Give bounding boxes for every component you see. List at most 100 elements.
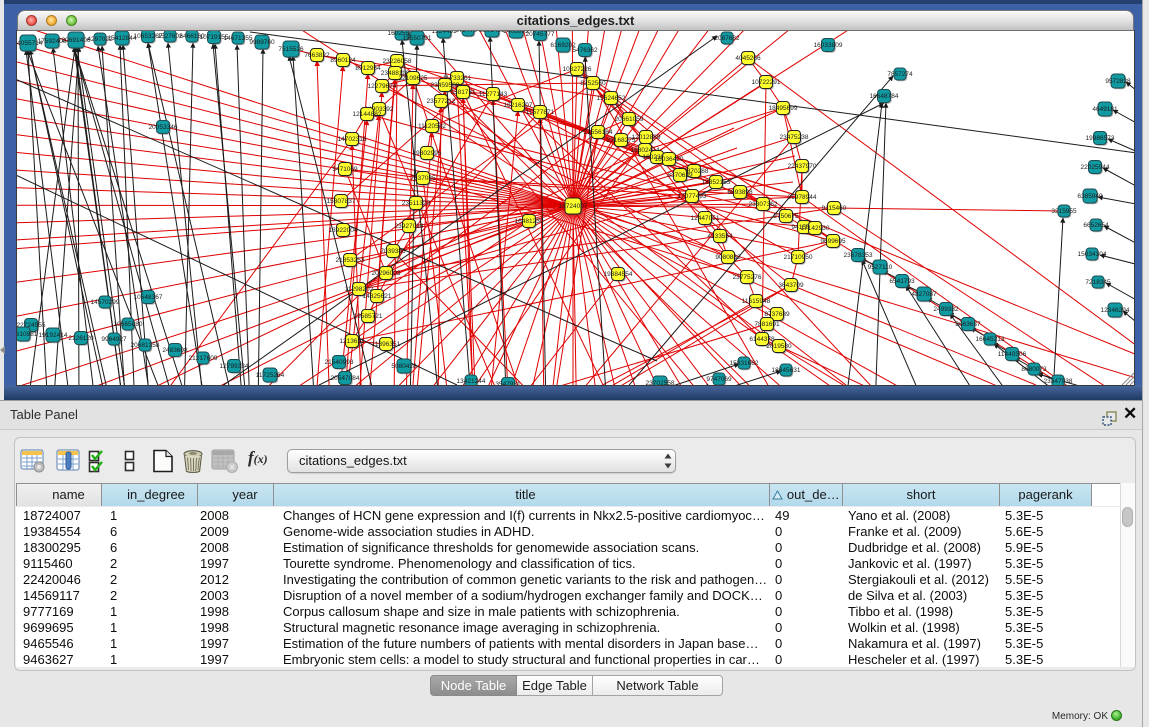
svg-text:19384554: 19384554 — [604, 271, 633, 278]
svg-text:9572828: 9572828 — [1105, 78, 1131, 85]
svg-text:7039388: 7039388 — [380, 248, 406, 255]
svg-text:20661059: 20661059 — [615, 116, 644, 123]
svg-text:4827087: 4827087 — [911, 291, 937, 298]
svg-text:18495699: 18495699 — [769, 105, 798, 112]
svg-text:23775276: 23775276 — [733, 274, 762, 281]
svg-text:2499382: 2499382 — [933, 306, 959, 313]
svg-text:15624652: 15624652 — [597, 95, 626, 102]
svg-text:23511329: 23511329 — [402, 200, 431, 207]
svg-text:8912954: 8912954 — [355, 65, 381, 72]
svg-text:4649181: 4649181 — [1092, 106, 1118, 113]
svg-text:5471069: 5471069 — [332, 166, 358, 173]
svg-text:21710950: 21710950 — [784, 254, 813, 261]
svg-text:6541793: 6541793 — [889, 278, 915, 285]
svg-text:3643709: 3643709 — [778, 282, 804, 289]
svg-text:8370629: 8370629 — [667, 172, 693, 179]
svg-text:3215955: 3215955 — [1051, 208, 1077, 215]
svg-text:19192414: 19192414 — [39, 332, 68, 339]
svg-text:10827226: 10827226 — [563, 66, 592, 73]
svg-text:5080428: 5080428 — [391, 363, 417, 370]
svg-text:3547931: 3547931 — [495, 381, 521, 385]
svg-text:8737689: 8737689 — [764, 311, 790, 318]
svg-text:8960124: 8960124 — [330, 57, 356, 64]
svg-text:4045266: 4045266 — [735, 55, 761, 62]
svg-text:7218345: 7218345 — [1085, 279, 1111, 286]
svg-text:7663822: 7663822 — [304, 52, 330, 59]
svg-text:11577871: 11577871 — [526, 109, 555, 116]
svg-text:9115460: 9115460 — [822, 205, 847, 212]
svg-text:20547084: 20547084 — [331, 375, 360, 382]
svg-text:11396351: 11396351 — [372, 341, 401, 348]
svg-text:6144378: 6144378 — [749, 336, 775, 343]
svg-text:20053346: 20053346 — [149, 124, 178, 131]
svg-text:12346294: 12346294 — [1101, 307, 1130, 314]
svg-text:2750675: 2750675 — [773, 213, 799, 220]
svg-text:6385949: 6385949 — [1077, 193, 1103, 200]
svg-text:5476362: 5476362 — [572, 47, 598, 54]
svg-text:16481230: 16481230 — [515, 218, 544, 225]
svg-text:22109625: 22109625 — [399, 75, 428, 82]
svg-text:14570299: 14570299 — [91, 299, 120, 306]
svg-text:18216207: 18216207 — [504, 102, 533, 109]
svg-text:12447051: 12447051 — [691, 215, 720, 222]
svg-text:9747069: 9747069 — [706, 376, 732, 383]
svg-text:19802995: 19802995 — [413, 150, 442, 157]
svg-text:23459589: 23459589 — [431, 82, 460, 89]
svg-text:7515526: 7515526 — [278, 46, 304, 53]
svg-text:10548367: 10548367 — [134, 294, 163, 301]
svg-text:22025944: 22025944 — [1081, 164, 1110, 171]
svg-text:2126120: 2126120 — [68, 335, 94, 342]
svg-text:17142930: 17142930 — [801, 225, 830, 232]
svg-text:16036420: 16036420 — [655, 156, 684, 163]
svg-text:23927018: 23927018 — [395, 223, 424, 230]
svg-text:15412844: 15412844 — [108, 35, 137, 42]
svg-text:11440506: 11440506 — [998, 351, 1027, 358]
svg-text:18645631: 18645631 — [772, 367, 801, 374]
svg-text:5381731: 5381731 — [450, 89, 476, 96]
svg-text:7857274: 7857274 — [887, 71, 913, 78]
svg-text:9080882: 9080882 — [715, 254, 741, 261]
svg-text:13421244: 13421244 — [457, 378, 486, 385]
svg-text:21978944: 21978944 — [788, 194, 817, 201]
svg-text:21540993: 21540993 — [325, 359, 354, 366]
svg-text:8680073: 8680073 — [1021, 366, 1047, 373]
svg-text:1213621: 1213621 — [339, 338, 365, 345]
svg-text:2019580: 2019580 — [766, 343, 792, 350]
svg-text:6893898: 6893898 — [727, 189, 753, 196]
svg-text:16648784: 16648784 — [870, 93, 899, 100]
svg-text:9989760: 9989760 — [249, 39, 275, 46]
svg-text:23702558: 23702558 — [646, 380, 675, 385]
svg-text:9699695: 9699695 — [820, 238, 846, 245]
svg-text:11615948: 11615948 — [742, 298, 771, 305]
svg-text:10565880: 10565880 — [114, 321, 143, 328]
svg-text:15550791: 15550791 — [403, 35, 432, 42]
svg-text:7881691: 7881691 — [754, 321, 780, 328]
svg-text:12279674: 12279674 — [368, 83, 397, 90]
svg-text:20681358: 20681358 — [131, 342, 160, 349]
svg-text:6652654: 6652654 — [1083, 222, 1109, 229]
svg-text:16033809: 16033809 — [814, 42, 843, 49]
svg-text:11298202: 11298202 — [345, 286, 374, 293]
svg-text:15831662: 15831662 — [730, 360, 759, 367]
svg-text:1524461: 1524461 — [431, 31, 457, 35]
svg-text:7637085: 7637085 — [410, 175, 436, 182]
svg-text:23226058: 23226058 — [383, 58, 412, 65]
svg-text:20296003: 20296003 — [372, 270, 401, 277]
svg-text:8252560: 8252560 — [580, 80, 606, 87]
svg-text:19986573: 19986573 — [1086, 135, 1115, 142]
svg-text:11277143: 11277143 — [479, 91, 508, 98]
svg-text:21217609: 21217609 — [189, 355, 218, 362]
svg-text:23475238: 23475238 — [780, 134, 809, 141]
svg-text:18352153: 18352153 — [702, 179, 731, 186]
svg-text:2483698: 2483698 — [162, 347, 188, 354]
svg-text:15307837: 15307837 — [327, 198, 356, 205]
svg-text:23347038: 23347038 — [1044, 378, 1073, 385]
svg-text:21853253: 21853253 — [336, 257, 365, 264]
svg-text:6201431: 6201431 — [479, 31, 505, 34]
svg-text:23307362: 23307362 — [749, 201, 778, 208]
svg-text:11120542: 11120542 — [418, 123, 446, 130]
svg-text:17077493: 17077493 — [678, 193, 707, 200]
svg-text:23577212: 23577212 — [427, 98, 456, 105]
svg-text:19585721: 19585721 — [354, 313, 383, 320]
svg-text:14702316: 14702316 — [338, 136, 367, 143]
